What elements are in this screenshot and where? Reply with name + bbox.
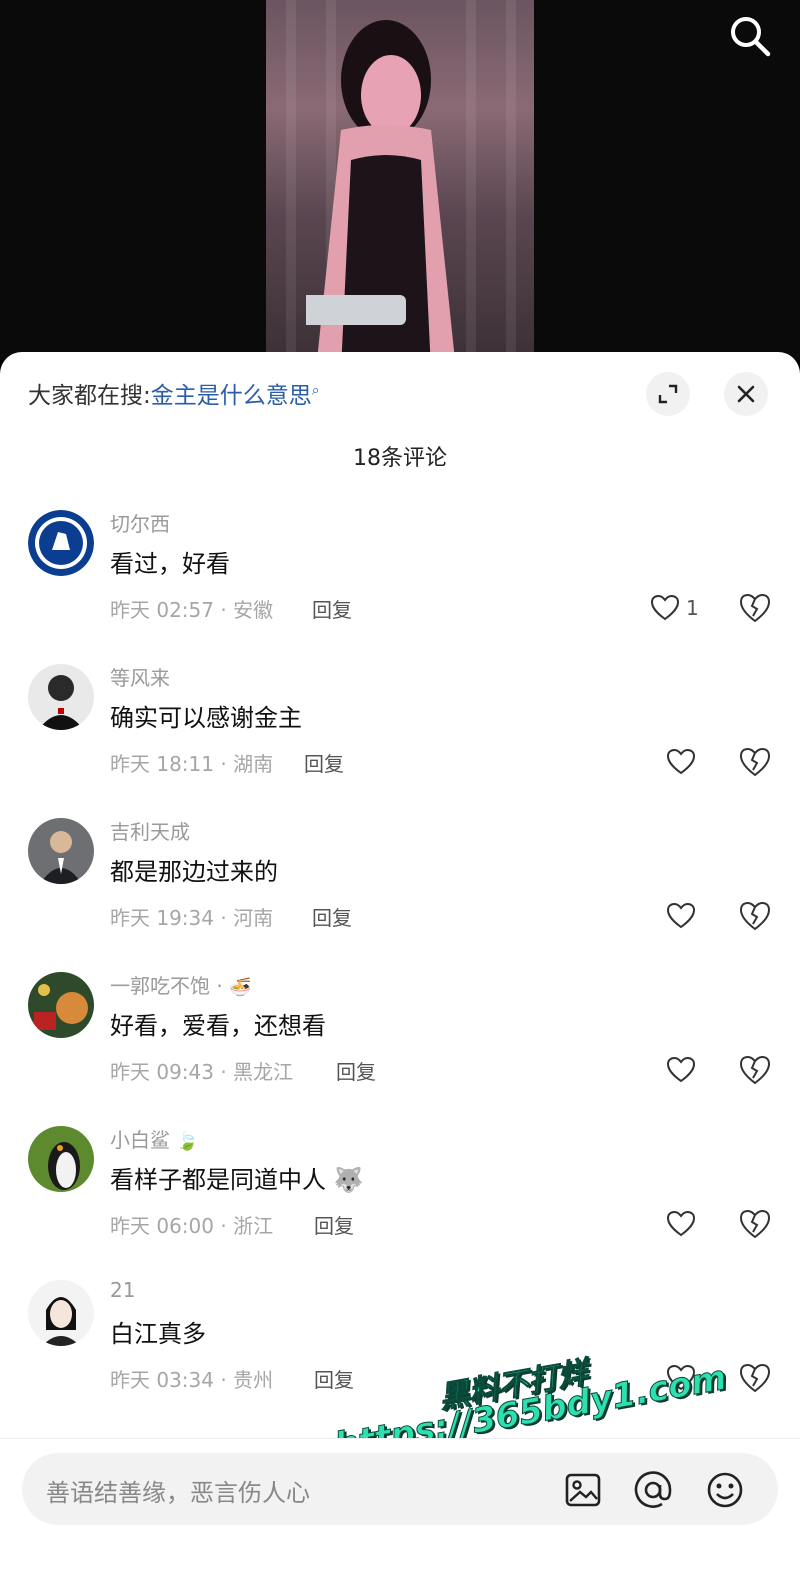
- comment-item: 一郭吃不饱 · 🍜 好看，爱看，还想看 昨天 09:43 · 黑龙江 回复: [0, 968, 800, 1118]
- video-person-image: [306, 20, 455, 360]
- broken-heart-icon[interactable]: [738, 1362, 772, 1394]
- reply-button[interactable]: 回复: [314, 1364, 354, 1393]
- comment-input-bar: 善语结善缘，恶言伤人心: [0, 1438, 800, 1593]
- comment-item: 小白鲨 🍃 看样子都是同道中人 🐺 昨天 06:00 · 浙江 回复: [0, 1122, 800, 1272]
- small-search-icon: ⌕: [311, 382, 320, 399]
- comment-username[interactable]: 切尔西: [110, 508, 170, 537]
- comment-username[interactable]: 等风来: [110, 662, 170, 691]
- comment-text: 确实可以感谢金主: [110, 704, 302, 732]
- comment-username[interactable]: 21: [110, 1278, 135, 1302]
- comment-meta: 昨天 06:00 · 浙江: [110, 1214, 274, 1238]
- comment-username[interactable]: 吉利天成: [110, 816, 190, 845]
- broken-heart-icon[interactable]: [738, 592, 772, 624]
- heart-icon: [650, 594, 680, 621]
- comment-text-content: 看样子都是同道中人: [110, 1166, 326, 1194]
- comment-username-text: 小白鲨: [110, 1128, 170, 1152]
- search-icon[interactable]: [728, 14, 772, 58]
- comment-meta: 昨天 02:57 · 安徽: [110, 598, 274, 622]
- avatar[interactable]: [28, 1280, 94, 1346]
- heart-icon: [666, 902, 696, 929]
- husky-emoji-icon: 🐺: [333, 1166, 364, 1194]
- comment-item: 吉利天成 都是那边过来的 昨天 19:34 · 河南 回复: [0, 814, 800, 964]
- broken-heart-icon[interactable]: [738, 1054, 772, 1086]
- reply-button[interactable]: 回复: [312, 594, 352, 623]
- heart-icon: [666, 1210, 696, 1237]
- comment-text: 好看，爱看，还想看: [110, 1012, 326, 1040]
- emoji-icon[interactable]: [704, 1469, 746, 1511]
- broken-heart-icon[interactable]: [738, 1208, 772, 1240]
- comment-meta: 昨天 03:34 · 贵州: [110, 1368, 274, 1392]
- comment-meta: 昨天 19:34 · 河南: [110, 906, 274, 930]
- heart-icon: [666, 1056, 696, 1083]
- comment-meta: 昨天 18:11 · 湖南: [110, 752, 274, 776]
- comment-item: 等风来 确实可以感谢金主 昨天 18:11 · 湖南 回复: [0, 660, 800, 810]
- comment-username[interactable]: 一郭吃不饱 · 🍜: [110, 970, 252, 999]
- avatar[interactable]: [28, 1126, 94, 1192]
- mention-icon[interactable]: [632, 1469, 674, 1511]
- expand-icon: [658, 384, 678, 404]
- video-player[interactable]: [0, 0, 800, 360]
- close-icon: [737, 385, 755, 403]
- comment-text: 都是那边过来的: [110, 858, 278, 886]
- comment-username-text: 一郭吃不饱 ·: [110, 974, 223, 998]
- comment-panel: 大家都在搜:金主是什么意思⌕ 18条评论 切尔西 看过，好看 昨天 02:57 …: [0, 352, 800, 1592]
- comment-meta: 昨天 09:43 · 黑龙江: [110, 1060, 294, 1084]
- close-button[interactable]: [724, 372, 768, 416]
- leaf-icon: 🍃: [176, 1131, 199, 1152]
- expand-button[interactable]: [646, 372, 690, 416]
- heart-icon: [666, 748, 696, 775]
- broken-heart-icon[interactable]: [738, 900, 772, 932]
- like-button[interactable]: [666, 900, 736, 932]
- image-icon[interactable]: [562, 1469, 604, 1511]
- broken-heart-icon[interactable]: [738, 746, 772, 778]
- like-button[interactable]: [666, 746, 736, 778]
- avatar[interactable]: [28, 510, 94, 576]
- comment-input-placeholder: 善语结善缘，恶言伤人心: [46, 1479, 310, 1507]
- comment-count: 18条评论: [353, 446, 447, 471]
- comment-text: 白江真多: [110, 1320, 206, 1348]
- reply-button[interactable]: 回复: [312, 902, 352, 931]
- reply-button[interactable]: 回复: [314, 1210, 354, 1239]
- comment-input[interactable]: 善语结善缘，恶言伤人心: [22, 1453, 778, 1525]
- reply-button[interactable]: 回复: [336, 1056, 376, 1085]
- comment-item: 切尔西 看过，好看 昨天 02:57 · 安徽 回复 1: [0, 506, 800, 656]
- hot-search-bar: 大家都在搜:金主是什么意思⌕: [28, 376, 320, 410]
- avatar[interactable]: [28, 818, 94, 884]
- hot-search-link[interactable]: 金主是什么意思: [151, 383, 312, 409]
- comment-text: 看过，好看: [110, 550, 230, 578]
- noodle-bowl-icon: 🍜: [229, 977, 252, 998]
- like-button[interactable]: [666, 1208, 736, 1240]
- comment-username[interactable]: 小白鲨 🍃: [110, 1124, 199, 1153]
- comment-text: 看样子都是同道中人 🐺: [110, 1160, 364, 1195]
- like-button[interactable]: [666, 1054, 736, 1086]
- avatar[interactable]: [28, 972, 94, 1038]
- avatar[interactable]: [28, 664, 94, 730]
- reply-button[interactable]: 回复: [304, 748, 344, 777]
- hot-search-prefix: 大家都在搜:: [28, 383, 151, 409]
- video-thumbnail: [266, 0, 534, 360]
- like-button[interactable]: 1: [650, 592, 720, 624]
- like-count: 1: [686, 596, 699, 620]
